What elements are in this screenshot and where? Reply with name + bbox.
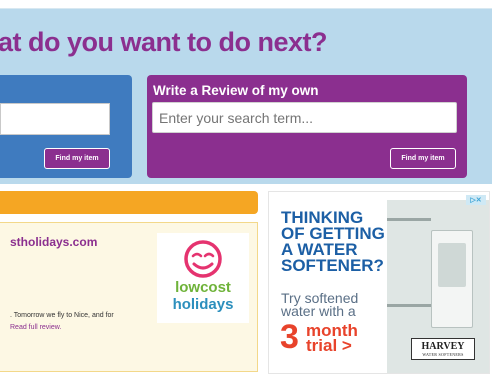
review-search-input[interactable] bbox=[152, 102, 457, 133]
logo-word-holidays: holidays bbox=[172, 296, 234, 313]
section-title: at do you want to do next? bbox=[0, 27, 327, 57]
find-item-panel: Find my item bbox=[0, 75, 132, 178]
softener-unit-panel bbox=[438, 243, 466, 287]
harvey-brand-name: HARVEY bbox=[421, 341, 465, 352]
read-full-review-link[interactable]: Read full review. bbox=[10, 324, 61, 331]
logo-word-lowcost: lowcost bbox=[175, 279, 231, 296]
find-item-button-left[interactable]: Find my item bbox=[44, 148, 110, 169]
harvey-logo: HARVEY WATER SOFTENERS bbox=[411, 338, 475, 360]
ad-headline: THINKING OF GETTING A WATER SOFTENER? bbox=[281, 209, 385, 275]
smiley-face-icon bbox=[184, 240, 222, 278]
adchoices-icon[interactable]: ▷✕ bbox=[466, 195, 486, 205]
page: at do you want to do next? Find my item … bbox=[0, 0, 492, 374]
ad-sub-line: water with a bbox=[281, 303, 356, 319]
ad-trial-number: 3 bbox=[280, 318, 299, 356]
ad-trial-text: month trial > bbox=[306, 322, 358, 355]
review-excerpt: . Tomorrow we fly to Nice, and for bbox=[10, 312, 114, 319]
review-card: stholidays.com . Tomorrow we fly to Nice… bbox=[0, 222, 258, 372]
review-site-name[interactable]: stholidays.com bbox=[10, 235, 97, 249]
ad-trial-line: trial > bbox=[306, 336, 352, 355]
ad-pipe-top bbox=[387, 218, 431, 221]
write-review-panel: Write a Review of my own Find my item bbox=[147, 75, 467, 178]
find-item-button-right[interactable]: Find my item bbox=[390, 148, 456, 169]
harvey-brand-tag: WATER SOFTENERS bbox=[422, 352, 464, 357]
next-step-section: at do you want to do next? Find my item … bbox=[0, 8, 492, 184]
water-softener-ad[interactable]: ▷✕ THINKING OF GETTING A WATER SOFTENER?… bbox=[268, 191, 490, 374]
reviews-header-bar bbox=[0, 191, 258, 214]
lowcost-holidays-logo[interactable]: lowcost holidays bbox=[157, 233, 249, 323]
ad-subheadline: Try softened water with a bbox=[281, 291, 358, 319]
item-search-input[interactable] bbox=[0, 103, 110, 135]
softener-unit-image bbox=[431, 230, 473, 328]
ad-headline-line: SOFTENER? bbox=[281, 256, 384, 275]
ad-pipe-bottom bbox=[387, 304, 431, 307]
write-review-heading: Write a Review of my own bbox=[153, 83, 319, 98]
